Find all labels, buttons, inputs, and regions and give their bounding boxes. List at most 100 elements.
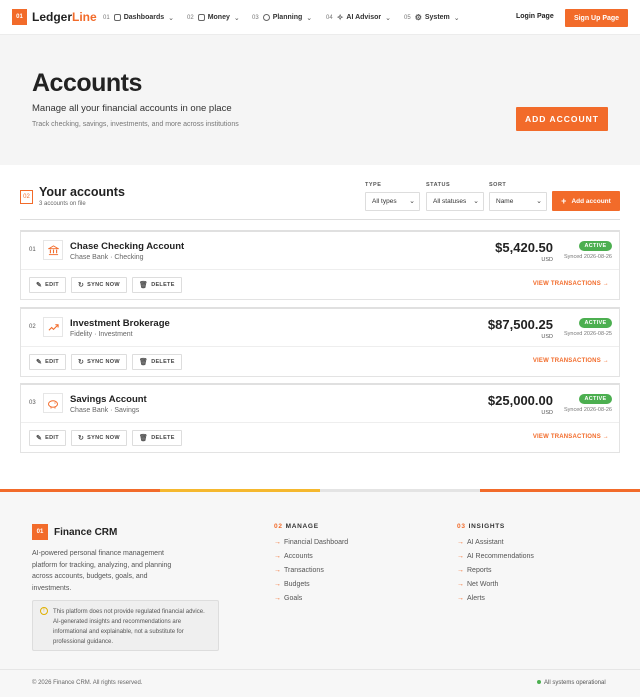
account-card-header[interactable]: 02 Investment Brokerage Fidelity · Inves… [21, 309, 619, 347]
view-transactions-link[interactable]: VIEW TRANSACTIONS → [533, 358, 609, 364]
copyright: © 2026 Finance CRM. All rights reserved. [32, 680, 143, 686]
view-label: VIEW TRANSACTIONS [532, 358, 601, 364]
login-link[interactable]: Login Page [516, 13, 554, 20]
footer-link-net-worth[interactable]: → Net Worth [457, 581, 498, 588]
chevron-down-icon: ⌄ [536, 198, 542, 205]
nav-label: System [424, 14, 450, 21]
plus-icon: + [561, 196, 567, 206]
accounts-count: 3 accounts on file [39, 201, 86, 207]
footer-link-financial-dashboard[interactable]: → Financial Dashboard [274, 539, 348, 546]
delete-label: DELETE [151, 359, 175, 365]
nav-item-ai-advisor[interactable]: 04 ✧ AI Advisor ⌄ [326, 0, 391, 35]
footer-link-budgets[interactable]: → Budgets [274, 581, 310, 588]
hero-section: Accounts Manage all your financial accou… [0, 35, 640, 165]
page-subtitle: Manage all your financial accounts in on… [32, 103, 232, 114]
logo-badge[interactable]: 01 [12, 9, 27, 25]
arrow-right-icon: → [602, 281, 609, 287]
arrow-icon: → [457, 567, 464, 574]
nav-num: 03 [252, 14, 259, 21]
view-transactions-link[interactable]: VIEW TRANSACTIONS → [533, 281, 609, 287]
arrow-right-icon: → [602, 358, 609, 364]
nav-label: Money [207, 14, 230, 21]
sync-timestamp: Synced 2026-08-26 [563, 254, 612, 260]
add-account-label: Add account [571, 197, 611, 205]
nav-label: Dashboards [123, 14, 165, 21]
delete-button[interactable]: 🗑 DELETE [132, 277, 182, 293]
sort-select[interactable]: Name ⌄ [489, 192, 547, 211]
footer-link-label: Transactions [284, 567, 324, 574]
nav-item-planning[interactable]: 03 Planning ⌄ [252, 0, 312, 35]
arrow-icon: → [457, 581, 464, 588]
piggy-bank-icon [43, 393, 63, 413]
footer-link-label: Reports [467, 567, 492, 574]
type-filter-select[interactable]: All types ⌄ [365, 192, 420, 211]
trash-icon: 🗑 [139, 282, 149, 289]
footer [0, 492, 640, 697]
footer-brand-name: Finance CRM [54, 527, 118, 538]
account-card: 03 Savings Account Chase Bank · Savings … [20, 383, 620, 453]
pencil-icon: ✎ [36, 282, 43, 289]
insights-heading: 03 INSIGHTS [457, 523, 505, 530]
sparkle-icon: ✧ [336, 13, 344, 22]
footer-link-goals[interactable]: → Goals [274, 595, 302, 602]
gear-icon: ⚙ [414, 13, 422, 22]
nav-item-dashboards[interactable]: 01 Dashboards ⌄ [103, 0, 174, 35]
view-transactions-link[interactable]: VIEW TRANSACTIONS → [533, 434, 609, 440]
footer-link-ai-recommendations[interactable]: → AI Recommendations [457, 553, 534, 560]
chevron-down-icon: ⌄ [385, 14, 392, 22]
chevron-down-icon: ⌄ [168, 14, 175, 22]
footer-description: AI-powered personal finance management p… [32, 550, 172, 592]
logo-part-2: Line [72, 10, 97, 24]
delete-button[interactable]: 🗑 DELETE [132, 430, 182, 446]
account-card-header[interactable]: 03 Savings Account Chase Bank · Savings … [21, 385, 619, 423]
account-meta: Fidelity · Investment [70, 331, 133, 338]
edit-label: EDIT [45, 435, 59, 441]
footer-link-transactions[interactable]: → Transactions [274, 567, 324, 574]
footer-divider [0, 669, 640, 670]
footer-link-ai-assistant[interactable]: → AI Assistant [457, 539, 504, 546]
logo[interactable]: LedgerLine [32, 10, 97, 24]
footer-link-accounts[interactable]: → Accounts [274, 553, 313, 560]
footer-logo-badge: 01 [32, 524, 48, 540]
nav-item-money[interactable]: 02 Money ⌄ [187, 0, 240, 35]
account-card: 01 Chase Checking Account Chase Bank · C… [20, 230, 620, 300]
edit-label: EDIT [45, 359, 59, 365]
arrow-right-icon: → [602, 434, 609, 440]
chevron-down-icon: ⌄ [409, 198, 415, 205]
status-filter-value: All statuses [433, 198, 467, 205]
footer-link-alerts[interactable]: → Alerts [457, 595, 485, 602]
sync-label: SYNC NOW [87, 282, 120, 288]
divider [20, 219, 620, 220]
nav-item-system[interactable]: 05 ⚙ System ⌄ [404, 0, 460, 35]
signup-button[interactable]: Sign Up Page [565, 9, 628, 27]
manage-heading: 02 MANAGE [274, 523, 319, 530]
sync-now-button[interactable]: ↻ SYNC NOW [71, 354, 127, 370]
edit-button[interactable]: ✎ EDIT [29, 354, 66, 370]
section-title: Your accounts [39, 185, 125, 199]
account-card-header[interactable]: 01 Chase Checking Account Chase Bank · C… [21, 232, 619, 270]
sync-now-button[interactable]: ↻ SYNC NOW [71, 430, 127, 446]
account-card: 02 Investment Brokerage Fidelity · Inves… [20, 307, 620, 377]
view-label: VIEW TRANSACTIONS [532, 281, 601, 287]
footer-link-label: AI Assistant [467, 539, 504, 546]
nav-label: Planning [272, 14, 303, 21]
sync-now-button[interactable]: ↻ SYNC NOW [71, 277, 127, 293]
status-filter-select[interactable]: All statuses ⌄ [426, 192, 484, 211]
arrow-icon: → [457, 539, 464, 546]
footer-link-label: Goals [284, 595, 303, 602]
trash-icon: 🗑 [139, 359, 149, 366]
arrow-icon: → [274, 553, 281, 560]
pencil-icon: ✎ [36, 359, 43, 366]
page-description: Track checking, savings, investments, an… [32, 121, 239, 128]
footer-link-label: Net Worth [467, 581, 499, 588]
logo-part-1: Ledger [32, 10, 73, 24]
account-balance: $25,000.00 [487, 393, 553, 408]
delete-button[interactable]: 🗑 DELETE [132, 354, 182, 370]
edit-button[interactable]: ✎ EDIT [29, 277, 66, 293]
arrow-icon: → [457, 553, 464, 560]
add-account-hero-button[interactable]: ADD ACCOUNT [516, 107, 608, 131]
add-account-button[interactable]: + Add account [552, 191, 620, 211]
refresh-icon: ↻ [78, 282, 85, 289]
edit-button[interactable]: ✎ EDIT [29, 430, 66, 446]
footer-link-reports[interactable]: → Reports [457, 567, 492, 574]
